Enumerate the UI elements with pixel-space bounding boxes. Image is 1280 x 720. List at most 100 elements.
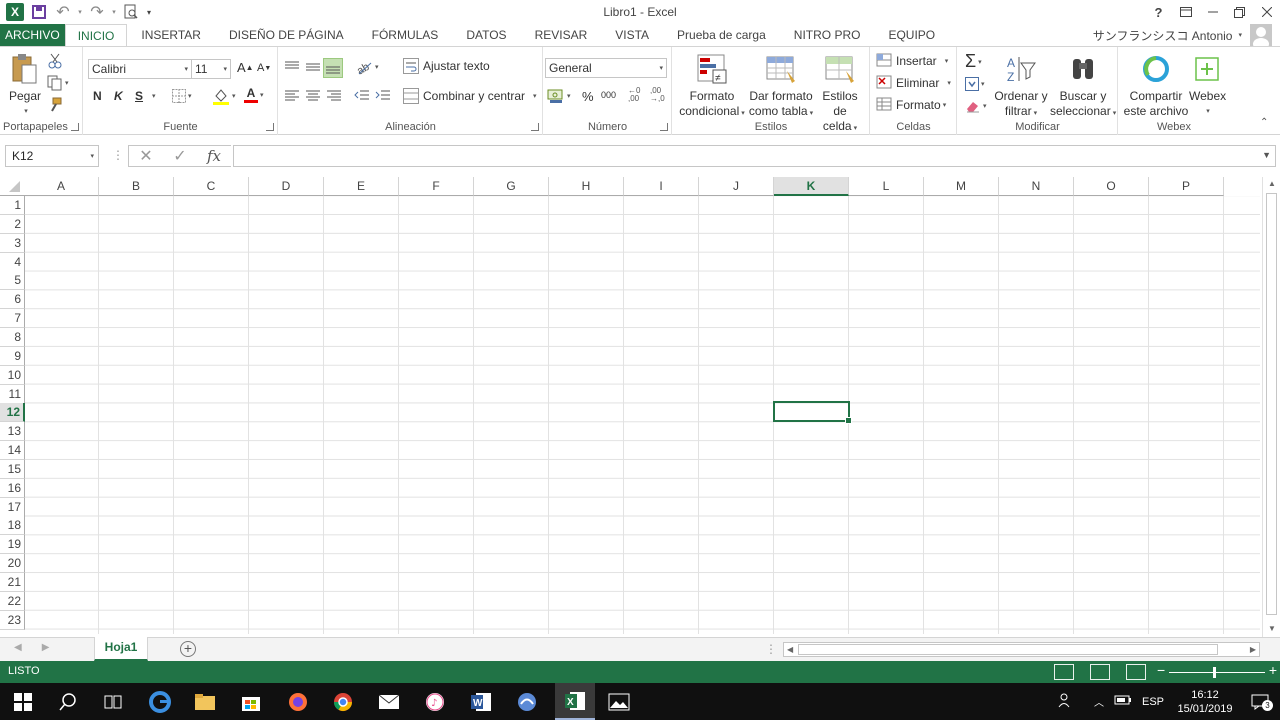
row-header[interactable]: 11 (0, 384, 25, 404)
tab-insertar[interactable]: INSERTAR (127, 24, 215, 46)
vertical-scrollbar[interactable]: ▲ ▼ (1262, 177, 1280, 637)
underline-button[interactable]: S (135, 89, 143, 103)
zoom-in-icon[interactable]: + (1269, 662, 1277, 678)
row-header[interactable]: 22 (0, 591, 25, 611)
zoom-knob[interactable] (1213, 667, 1216, 678)
row-header[interactable]: 12 (0, 403, 25, 423)
paste-button[interactable]: Pegar ▾ (6, 53, 44, 119)
insert-cells-button[interactable]: Insertar ▾ (876, 53, 948, 69)
name-box[interactable]: K12 ▾ (5, 145, 99, 167)
row-header[interactable]: 23 (0, 610, 25, 630)
thousands-button[interactable]: 000 (601, 90, 616, 100)
close-button[interactable] (1253, 0, 1280, 24)
row-header[interactable]: 10 (0, 365, 25, 385)
word-icon[interactable]: W (466, 687, 496, 717)
align-top-icon[interactable] (284, 60, 300, 74)
row-header[interactable]: 4 (0, 252, 25, 272)
scroll-left-icon[interactable]: ◀ (787, 645, 793, 654)
zoom-out-icon[interactable]: − (1157, 662, 1165, 678)
tab-inicio[interactable]: INICIO (64, 24, 128, 47)
column-header[interactable]: L (849, 177, 924, 196)
page-layout-view-icon[interactable] (1090, 664, 1110, 680)
align-left-icon[interactable] (284, 90, 300, 102)
row-header[interactable]: 2 (0, 214, 25, 234)
column-header[interactable]: C (174, 177, 249, 196)
increase-indent-icon[interactable] (375, 90, 391, 102)
help-button[interactable]: ? (1145, 0, 1172, 24)
orientation-icon[interactable]: ab ▾ (355, 59, 379, 75)
restore-button[interactable] (1226, 0, 1253, 24)
font-name-select[interactable]: Calibri ▾ (88, 59, 192, 79)
row-header[interactable]: 8 (0, 327, 25, 347)
decrease-decimal-button[interactable]: ,00 →,0 (650, 87, 665, 103)
font-size-select[interactable]: 11 ▾ (191, 59, 231, 79)
chrome-icon[interactable] (328, 687, 358, 717)
mail-icon[interactable] (374, 687, 404, 717)
tab-equipo[interactable]: EQUIPO (874, 24, 949, 46)
column-header[interactable]: E (324, 177, 399, 196)
tray-overflow-icon[interactable]: ︿ (1094, 694, 1104, 709)
photos-icon[interactable] (604, 687, 634, 717)
tab-prueba-de-carga[interactable]: Prueba de carga (663, 24, 780, 46)
column-header[interactable]: P (1149, 177, 1224, 196)
column-header[interactable]: G (474, 177, 549, 196)
row-header[interactable]: 9 (0, 346, 25, 366)
increase-decimal-button[interactable]: ←0 ,00 (628, 87, 640, 103)
column-header[interactable]: I (624, 177, 699, 196)
wrap-text-button[interactable]: Ajustar texto (403, 58, 490, 74)
firefox-icon[interactable] (283, 687, 313, 717)
font-color-button[interactable]: A ▾ (244, 87, 264, 103)
task-view-icon[interactable] (98, 687, 128, 717)
customize-qat-icon[interactable]: ▾ (144, 2, 154, 22)
column-header[interactable]: K (774, 177, 849, 196)
search-icon[interactable] (53, 687, 83, 717)
copy-icon[interactable]: ▾ (47, 75, 69, 91)
webex-app-icon[interactable] (512, 687, 542, 717)
cut-icon[interactable] (47, 53, 63, 69)
add-sheet-icon[interactable]: + (180, 641, 196, 657)
row-header[interactable]: 14 (0, 441, 25, 461)
language-indicator[interactable]: ESP (1142, 696, 1164, 708)
clear-icon[interactable]: ▾ (965, 99, 987, 113)
battery-icon[interactable] (1114, 694, 1132, 709)
tab-archivo[interactable]: ARCHIVO (0, 24, 65, 46)
decrease-indent-icon[interactable] (354, 90, 370, 102)
user-account[interactable]: サンフランシスコ Antonio ▾ (1093, 24, 1272, 46)
edge-browser-icon[interactable] (145, 687, 175, 717)
file-explorer-icon[interactable] (190, 687, 220, 717)
row-header[interactable]: 18 (0, 516, 25, 536)
row-header[interactable]: 16 (0, 478, 25, 498)
expand-formula-bar-icon[interactable]: ▼ (1262, 150, 1271, 160)
conditional-format-button[interactable]: ≠ Formato condicional ▾ (677, 53, 747, 121)
align-center-icon[interactable] (305, 90, 321, 102)
ribbon-display-options-icon[interactable] (1172, 0, 1199, 24)
row-header[interactable]: 15 (0, 459, 25, 479)
scroll-down-icon[interactable]: ▼ (1268, 624, 1276, 633)
row-header[interactable]: 19 (0, 535, 25, 555)
sort-filter-button[interactable]: AZ Ordenar y filtrar ▾ (994, 53, 1048, 121)
vertical-scroll-thumb[interactable] (1266, 193, 1277, 615)
row-header[interactable]: 6 (0, 290, 25, 310)
delete-cells-button[interactable]: Eliminar ▾ (876, 75, 951, 91)
tab-nitro-pro[interactable]: NITRO PRO (780, 24, 875, 46)
format-painter-icon[interactable] (47, 97, 63, 113)
underline-dropdown-icon[interactable]: ▾ (150, 92, 156, 100)
merge-center-button[interactable]: Combinar y centrar ▾ (403, 88, 537, 104)
row-header[interactable]: 13 (0, 422, 25, 442)
cancel-formula-icon[interactable]: ✕ (129, 146, 163, 166)
tab-revisar[interactable]: REVISAR (521, 24, 602, 46)
formula-input[interactable]: ▼ (233, 145, 1276, 167)
row-header[interactable]: 3 (0, 233, 25, 253)
tab-split-handle-icon[interactable]: ⋮ (765, 642, 777, 656)
grow-font-button[interactable]: A ▲ (237, 60, 254, 75)
minimize-button[interactable] (1199, 0, 1226, 24)
row-header[interactable]: 5 (0, 271, 25, 291)
align-bottom-icon[interactable] (323, 58, 343, 78)
horizontal-scrollbar[interactable]: ◀ ▶ (783, 642, 1260, 657)
font-launcher-icon[interactable] (266, 123, 274, 131)
accounting-format-icon[interactable]: ▾ (547, 89, 571, 103)
clipboard-launcher-icon[interactable] (71, 123, 79, 131)
windows-start-icon[interactable] (8, 687, 38, 717)
print-preview-icon[interactable] (120, 2, 142, 22)
confirm-formula-icon[interactable]: ✓ (163, 146, 197, 166)
